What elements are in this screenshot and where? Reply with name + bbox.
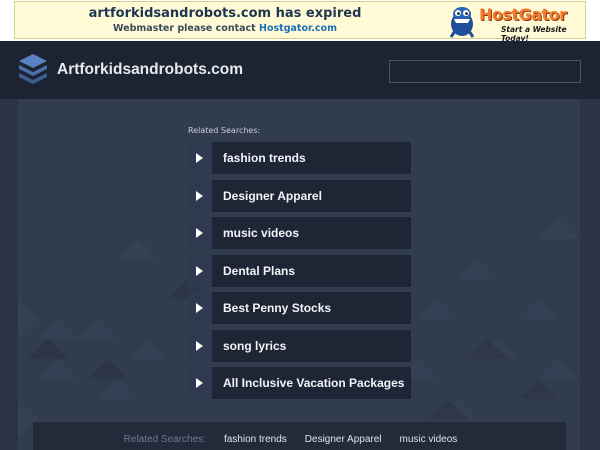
related-link-label: Dental Plans [223, 263, 296, 278]
related-link-best-penny-stocks[interactable]: Best Penny Stocks [188, 292, 411, 324]
related-link-label: music videos [223, 226, 300, 240]
related-link-all-inclusive-vacation-packages[interactable]: All Inclusive Vacation Packages [188, 367, 411, 399]
gator-mascot-icon [449, 7, 475, 38]
bottom-link-designer-apparel[interactable]: Designer Apparel [305, 434, 382, 445]
bottom-link-music-videos[interactable]: music videos [400, 434, 458, 445]
related-link-label: All Inclusive Vacation Packages [223, 376, 405, 390]
arrow-cell [188, 179, 212, 212]
arrow-cell [188, 142, 212, 174]
arrow-cell [188, 367, 212, 399]
bottom-link-fashion-trends[interactable]: fashion trends [224, 434, 287, 445]
banner-subtitle: Webmaster please contact Hostgator.com [15, 23, 435, 34]
related-link-label: Best Penny Stocks [223, 301, 332, 315]
hostgator-brand: HostGator [479, 5, 567, 24]
main-content: Related Searches: fashion trends Designe… [18, 99, 580, 450]
related-link-fashion-trends[interactable]: fashion trends [188, 142, 411, 174]
search-input[interactable] [389, 60, 581, 83]
play-arrow-icon [196, 153, 203, 163]
play-arrow-icon [196, 265, 203, 276]
related-link-label: Designer Apparel [223, 188, 322, 203]
play-arrow-icon [196, 378, 203, 388]
related-link-label: song lyrics [223, 338, 287, 353]
arrow-cell [188, 329, 212, 362]
hostgator-logo[interactable]: HostGator Start a Website Today! [445, 4, 585, 43]
bottom-related-bar: Related Searches: fashion trends Designe… [33, 422, 566, 450]
related-link-song-lyrics[interactable]: song lyrics [188, 329, 411, 362]
site-header: Artforkidsandrobots.com [0, 41, 600, 99]
banner-title: artforkidsandrobots.com has expired [88, 6, 362, 21]
arrow-cell [188, 217, 212, 249]
play-arrow-icon [196, 190, 203, 201]
hostgator-link[interactable]: Hostgator.com [259, 23, 337, 34]
expired-banner-box[interactable]: artforkidsandrobots.com has expired Webm… [14, 1, 586, 43]
related-link-label: fashion trends [223, 151, 306, 165]
play-arrow-icon [196, 303, 203, 313]
arrow-cell [188, 292, 212, 324]
stack-layers-icon [19, 54, 47, 84]
banner-subtitle-text: Webmaster please contact [113, 23, 260, 34]
site-title[interactable]: Artforkidsandrobots.com [57, 61, 243, 79]
play-arrow-icon [196, 340, 203, 351]
related-link-dental-plans[interactable]: Dental Plans [188, 254, 411, 287]
related-link-music-videos[interactable]: music videos [188, 217, 411, 249]
bottom-related-row: Related Searches: fashion trends Designe… [33, 434, 566, 445]
bottom-related-label: Related Searches: [123, 434, 206, 445]
arrow-cell [188, 254, 212, 287]
play-arrow-icon [196, 228, 203, 238]
related-link-designer-apparel[interactable]: Designer Apparel [188, 179, 411, 212]
expired-banner: artforkidsandrobots.com has expired Webm… [0, 0, 600, 43]
related-searches-label: Related Searches: [188, 126, 261, 135]
related-searches-list: fashion trends Designer Apparel music vi… [188, 142, 411, 405]
